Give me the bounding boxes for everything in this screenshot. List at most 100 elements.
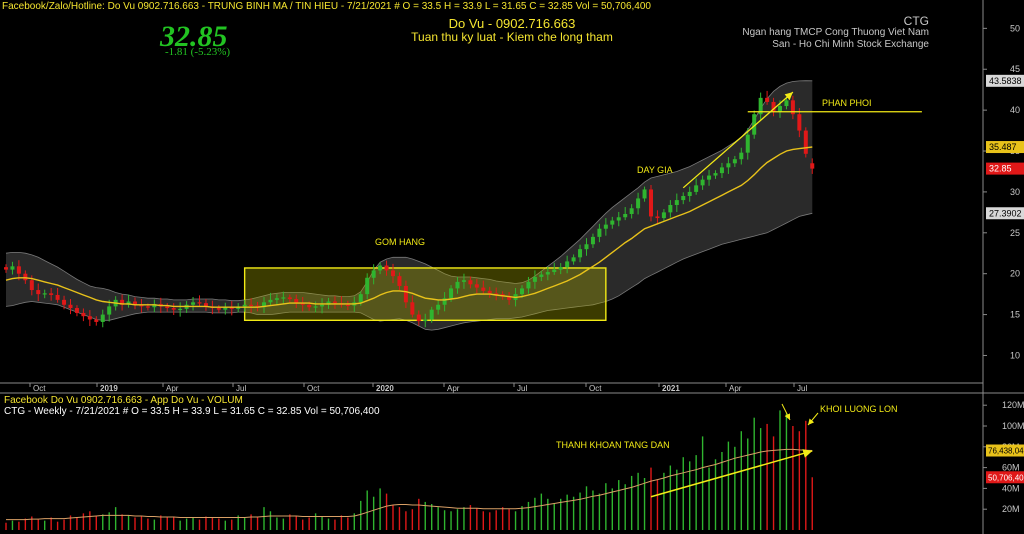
candle-body xyxy=(481,287,486,291)
candle-body xyxy=(107,306,112,315)
price-tag-label: 43.5838 xyxy=(989,76,1022,86)
candle-body xyxy=(436,304,441,310)
candle-body xyxy=(687,191,692,196)
candle-body xyxy=(597,228,602,237)
candle-body xyxy=(171,308,176,310)
candle-body xyxy=(4,267,8,270)
candle-body xyxy=(191,302,196,305)
candle-body xyxy=(629,208,634,214)
candle-body xyxy=(461,280,466,282)
accumulation-zone-box xyxy=(243,267,607,322)
candle-body xyxy=(345,304,350,306)
candle-body xyxy=(429,309,434,320)
price-tick-label: 10 xyxy=(1010,350,1020,360)
price-tick-label: 15 xyxy=(1010,310,1020,320)
candle-body xyxy=(165,306,170,309)
candle-body xyxy=(416,314,421,322)
candle-body xyxy=(578,249,583,258)
candle-body xyxy=(36,290,41,295)
candle-body xyxy=(745,134,750,153)
chart-canvas: GOM HANGDAY GIAPHAN PHOI5045403530252015… xyxy=(0,0,1024,534)
candle-body xyxy=(487,290,492,294)
candle-body xyxy=(87,316,92,320)
candle-body xyxy=(565,261,570,268)
candle-body xyxy=(803,130,808,154)
candle-body xyxy=(584,244,589,250)
candle-body xyxy=(539,274,544,277)
candle-body xyxy=(307,304,312,308)
candle-body xyxy=(732,159,737,164)
time-axis-label: Apr xyxy=(447,384,460,393)
candle-body xyxy=(268,299,273,303)
volume-panel-subheader: CTG - Weekly - 7/21/2021 # O = 33.5 H = … xyxy=(4,406,380,417)
candle-body xyxy=(384,265,389,271)
candle-body xyxy=(810,163,815,169)
candle-body xyxy=(42,293,47,295)
candle-body xyxy=(778,106,782,112)
candle-body xyxy=(81,312,86,317)
volume-annotation: KHOI LUONG LON xyxy=(820,404,898,414)
candle-body xyxy=(571,257,576,262)
candle-body xyxy=(649,189,653,217)
candle-body xyxy=(449,288,454,299)
candle-body xyxy=(719,167,724,174)
candle-body xyxy=(23,273,28,281)
candle-body xyxy=(332,301,337,304)
time-axis-label: 2021 xyxy=(662,384,680,393)
candle-body xyxy=(320,304,325,307)
candle-body xyxy=(10,266,15,270)
candle-body xyxy=(100,314,105,322)
candle-body xyxy=(765,97,770,102)
time-axis-label: Jul xyxy=(236,384,246,393)
ticker-symbol: CTG xyxy=(903,14,929,28)
candle-body xyxy=(249,304,254,306)
price-tag-label: 35.487 xyxy=(989,142,1017,152)
candle-body xyxy=(16,266,21,274)
company-name: Ngan hang TMCP Cong Thuong Viet Nam xyxy=(742,27,929,38)
candle-body xyxy=(468,280,473,285)
candle-body xyxy=(694,185,699,192)
price-annotation: PHAN PHOI xyxy=(822,98,872,108)
volume-tick-label: 40M xyxy=(1002,483,1020,493)
candle-body xyxy=(455,281,460,289)
candle-body xyxy=(287,297,292,300)
candle-body xyxy=(49,293,54,295)
exchange-name: San - Ho Chi Minh Stock Exchange xyxy=(772,39,929,50)
price-tick-label: 25 xyxy=(1010,228,1020,238)
price-tick-label: 40 xyxy=(1010,105,1020,115)
candle-body xyxy=(68,304,73,309)
price-tag-label: 32.85 xyxy=(989,164,1012,174)
candle-body xyxy=(642,189,647,199)
candle-body xyxy=(707,175,712,180)
volume-tick-label: 120M xyxy=(1002,400,1024,410)
candle-body xyxy=(726,163,731,168)
candle-body xyxy=(371,270,376,278)
candle-body xyxy=(55,294,60,300)
candle-body xyxy=(391,270,395,277)
candle-body xyxy=(313,306,318,308)
time-axis-label: Apr xyxy=(166,384,179,393)
candle-body xyxy=(590,236,595,245)
price-panel-header: Facebook/Zalo/Hotline: Do Vu 0902.716.66… xyxy=(2,1,651,12)
candle-body xyxy=(681,196,686,201)
candle-body xyxy=(145,306,150,308)
volume-tick-label: 20M xyxy=(1002,504,1020,514)
candle-body xyxy=(797,114,802,131)
candle-body xyxy=(532,276,537,282)
volume-annotation: THANH KHOAN TANG DAN xyxy=(556,440,670,450)
price-annotation: GOM HANG xyxy=(375,237,425,247)
candle-body xyxy=(552,269,557,273)
volume-tick-label: 60M xyxy=(1002,463,1020,473)
volume-tag-label: 50,706,40 xyxy=(988,473,1024,482)
candle-body xyxy=(545,272,550,275)
volume-tag-label: 76,438,04 xyxy=(988,447,1024,456)
time-axis-label: 2020 xyxy=(376,384,394,393)
candle-body xyxy=(358,294,363,303)
candle-body xyxy=(274,298,279,300)
time-axis-label: 2019 xyxy=(100,384,118,393)
time-axis-label: Oct xyxy=(307,384,320,393)
candle-body xyxy=(655,216,660,219)
candle-body xyxy=(603,224,608,229)
time-axis-label: Jul xyxy=(517,384,527,393)
time-axis-label: Oct xyxy=(589,384,602,393)
